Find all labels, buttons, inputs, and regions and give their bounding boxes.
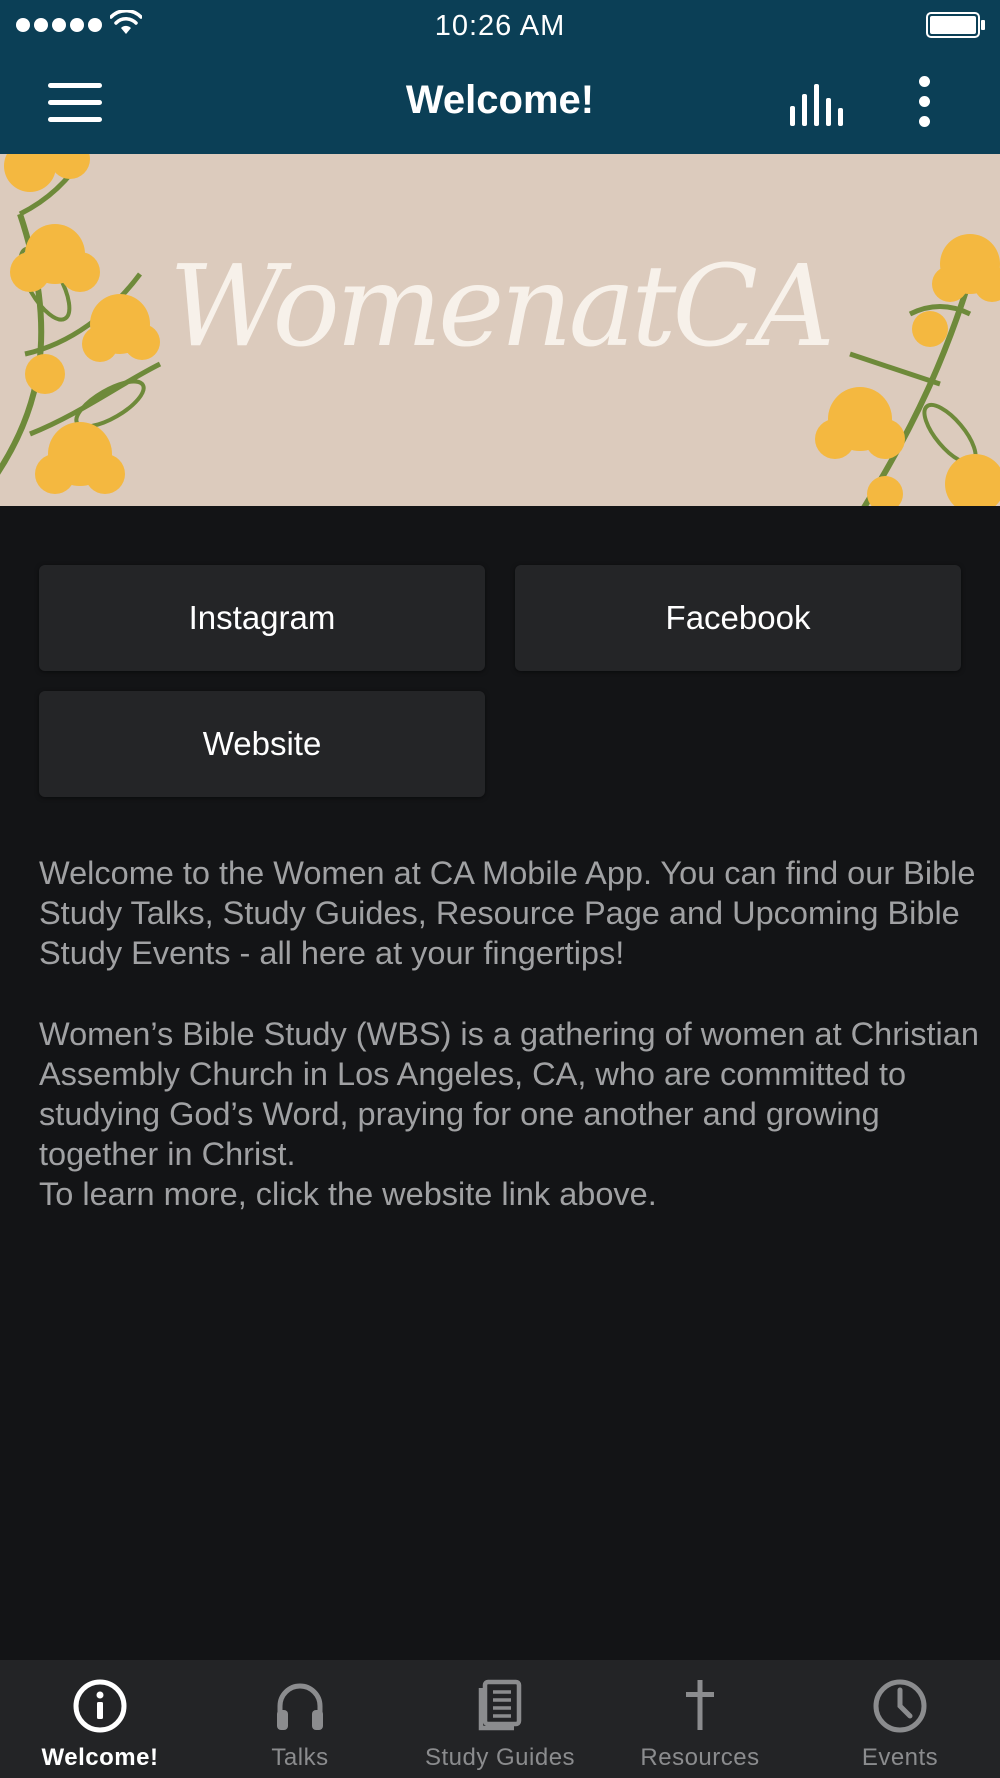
app-screen: 10:26 AM Welcome! WomenatCA Instagram Fa… xyxy=(0,0,1000,1778)
learn-more-paragraph: To learn more, click the website link ab… xyxy=(39,1176,657,1212)
website-button[interactable]: Website xyxy=(39,691,485,797)
tab-welcome[interactable]: Welcome! xyxy=(0,1660,200,1778)
tab-label: Resources xyxy=(640,1744,760,1771)
banner-image: WomenatCA xyxy=(0,154,1000,506)
tab-label: Study Guides xyxy=(424,1744,576,1771)
status-bar: 10:26 AM xyxy=(0,0,1000,50)
tab-talks[interactable]: Talks xyxy=(200,1660,400,1778)
info-icon xyxy=(73,1679,127,1733)
tab-study-guides[interactable]: Study Guides xyxy=(400,1660,600,1778)
tab-events[interactable]: Events xyxy=(800,1660,1000,1778)
welcome-paragraph: Welcome to the Women at CA Mobile App. Y… xyxy=(39,855,976,971)
more-options-icon[interactable] xyxy=(912,76,936,128)
clock-icon xyxy=(873,1679,927,1733)
nav-bar: Welcome! xyxy=(0,50,1000,154)
banner-logo-text: WomenatCA xyxy=(169,242,835,372)
instagram-button[interactable]: Instagram xyxy=(39,565,485,671)
tab-label: Talks xyxy=(271,1744,329,1771)
tab-resources[interactable]: Resources xyxy=(600,1660,800,1778)
book-icon xyxy=(478,1679,522,1731)
audio-bars-icon[interactable] xyxy=(788,80,848,126)
tab-bar: Welcome! Talks Study Guides Resources Ev… xyxy=(0,1660,1000,1778)
status-time: 10:26 AM xyxy=(434,10,566,42)
tab-label: Events xyxy=(861,1744,939,1771)
headphones-icon xyxy=(277,1683,323,1730)
about-paragraph: Women’s Bible Study (WBS) is a gathering… xyxy=(39,1016,979,1172)
tab-label: Welcome! xyxy=(41,1744,159,1771)
page-title: Welcome! xyxy=(405,78,595,122)
facebook-button[interactable]: Facebook xyxy=(515,565,961,671)
cross-icon xyxy=(686,1680,714,1730)
battery-icon xyxy=(926,12,985,38)
